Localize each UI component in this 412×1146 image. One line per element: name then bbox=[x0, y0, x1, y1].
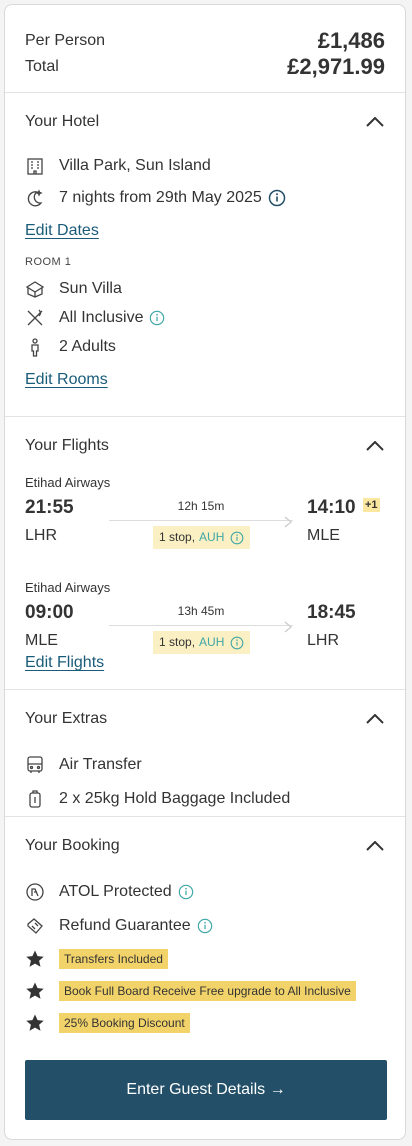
luggage-icon bbox=[25, 789, 45, 809]
chevron-up-icon[interactable] bbox=[365, 112, 385, 132]
refund-text: Refund Guarantee bbox=[59, 917, 191, 934]
baggage-text: 2 x 25kg Hold Baggage Included bbox=[59, 790, 291, 807]
arrival-time: 18:45 bbox=[307, 602, 356, 623]
arrow-right-icon bbox=[283, 620, 293, 638]
moon-icon bbox=[25, 188, 45, 208]
extras-section: Your Extras Air Transfer 2 x 25kg Hold B… bbox=[5, 690, 405, 817]
departure-airport: LHR bbox=[25, 527, 58, 544]
bus-icon bbox=[25, 755, 45, 775]
refund-row: Refund Guarantee bbox=[25, 909, 385, 943]
edit-dates-link[interactable]: Edit Dates bbox=[25, 222, 99, 240]
benefit-badge: Transfers Included bbox=[59, 949, 168, 969]
guests: 2 Adults bbox=[59, 337, 116, 355]
edit-rooms-link[interactable]: Edit Rooms bbox=[25, 371, 108, 389]
flights-section-title: Your Flights bbox=[25, 437, 109, 454]
inbound-flight: Etihad Airways 09:00 MLE 13h 45m 1 stop,… bbox=[25, 580, 385, 654]
guests-row: 2 Adults bbox=[25, 332, 385, 361]
building-icon bbox=[25, 156, 45, 176]
transfer-row: Air Transfer bbox=[25, 748, 385, 782]
flight-duration: 12h 15m bbox=[177, 499, 225, 513]
hotel-section: Your Hotel Villa Park, Sun Island 7 nigh… bbox=[5, 93, 405, 417]
per-person-price: £1,486 bbox=[317, 28, 385, 53]
booking-section: Your Booking ATOL Protected Refund Guara… bbox=[5, 817, 405, 1037]
benefit-badge: 25% Booking Discount bbox=[59, 1013, 190, 1033]
airline-name: Etihad Airways bbox=[25, 580, 111, 595]
hotel-name-row: Villa Park, Sun Island bbox=[25, 151, 385, 180]
arrival-airport: MLE bbox=[307, 527, 340, 544]
hotel-nights-row: 7 nights from 29th May 2025 bbox=[25, 183, 385, 212]
airline-name: Etihad Airways bbox=[25, 475, 111, 490]
info-icon[interactable] bbox=[268, 189, 286, 207]
departure-airport: MLE bbox=[25, 632, 58, 649]
atol-row: ATOL Protected bbox=[25, 875, 385, 909]
flights-section: Your Flights Etihad Airways 21:55 LHR 12… bbox=[5, 417, 405, 690]
atol-text: ATOL Protected bbox=[59, 883, 172, 900]
flight-line bbox=[109, 520, 293, 521]
stops-badge: 1 stop, AUH bbox=[153, 631, 251, 654]
star-icon bbox=[25, 981, 45, 1001]
benefit-row: 25% Booking Discount bbox=[25, 1007, 385, 1039]
arrival-time: 14:10 bbox=[307, 497, 356, 518]
stopover-airport: AUH bbox=[199, 635, 225, 649]
price-summary: Per Person £1,486 Total £2,971.99 bbox=[5, 5, 405, 93]
total-price: £2,971.99 bbox=[287, 54, 385, 79]
person-icon bbox=[25, 337, 45, 357]
star-icon bbox=[25, 1013, 45, 1033]
atol-shield-icon bbox=[25, 882, 45, 902]
info-icon[interactable] bbox=[178, 884, 194, 900]
hotel-section-title: Your Hotel bbox=[25, 113, 100, 130]
baggage-row: 2 x 25kg Hold Baggage Included bbox=[25, 782, 385, 816]
booking-summary-card: Per Person £1,486 Total £2,971.99 Your H… bbox=[4, 4, 406, 1140]
extras-section-title: Your Extras bbox=[25, 710, 108, 727]
chevron-up-icon[interactable] bbox=[365, 836, 385, 856]
info-icon[interactable] bbox=[149, 310, 165, 326]
benefit-badge: Book Full Board Receive Free upgrade to … bbox=[59, 981, 356, 1001]
cta-label: Enter Guest Details → bbox=[126, 1081, 286, 1098]
departure-time: 09:00 bbox=[25, 602, 74, 623]
refund-icon bbox=[25, 916, 45, 936]
flight-line bbox=[109, 625, 293, 626]
stops-badge: 1 stop, AUH bbox=[153, 526, 251, 549]
hotel-nights: 7 nights from 29th May 2025 bbox=[59, 188, 262, 206]
cutlery-icon bbox=[25, 308, 45, 328]
star-icon bbox=[25, 949, 45, 969]
info-icon[interactable] bbox=[230, 531, 244, 545]
chevron-up-icon[interactable] bbox=[365, 436, 385, 456]
board-row: All Inclusive bbox=[25, 303, 385, 332]
benefit-row: Book Full Board Receive Free upgrade to … bbox=[25, 975, 385, 1007]
stopover-airport: AUH bbox=[199, 530, 225, 544]
villa-icon bbox=[25, 279, 45, 299]
booking-section-title: Your Booking bbox=[25, 837, 120, 854]
info-icon[interactable] bbox=[230, 636, 244, 650]
stops-text: 1 stop, bbox=[159, 530, 196, 544]
stops-text: 1 stop, bbox=[159, 635, 196, 649]
room-type: Sun Villa bbox=[59, 279, 122, 297]
board-type: All Inclusive bbox=[59, 308, 144, 326]
day-offset-badge: +1 bbox=[363, 498, 380, 512]
info-icon[interactable] bbox=[197, 918, 213, 934]
hotel-name: Villa Park, Sun Island bbox=[59, 156, 211, 174]
per-person-label: Per Person bbox=[25, 32, 106, 49]
departure-time: 21:55 bbox=[25, 497, 74, 518]
room-type-row: Sun Villa bbox=[25, 274, 385, 303]
outbound-flight: Etihad Airways 21:55 LHR 12h 15m 1 stop,… bbox=[25, 475, 385, 571]
arrival-airport: LHR bbox=[307, 632, 340, 649]
benefit-row: Transfers Included bbox=[25, 943, 385, 975]
total-label: Total bbox=[25, 58, 59, 75]
flight-duration: 13h 45m bbox=[177, 604, 225, 618]
transfer-text: Air Transfer bbox=[59, 756, 142, 773]
chevron-up-icon[interactable] bbox=[365, 709, 385, 729]
arrow-right-icon bbox=[283, 515, 293, 533]
room-label: ROOM 1 bbox=[25, 256, 72, 268]
enter-guest-details-button[interactable]: Enter Guest Details → bbox=[25, 1060, 387, 1120]
